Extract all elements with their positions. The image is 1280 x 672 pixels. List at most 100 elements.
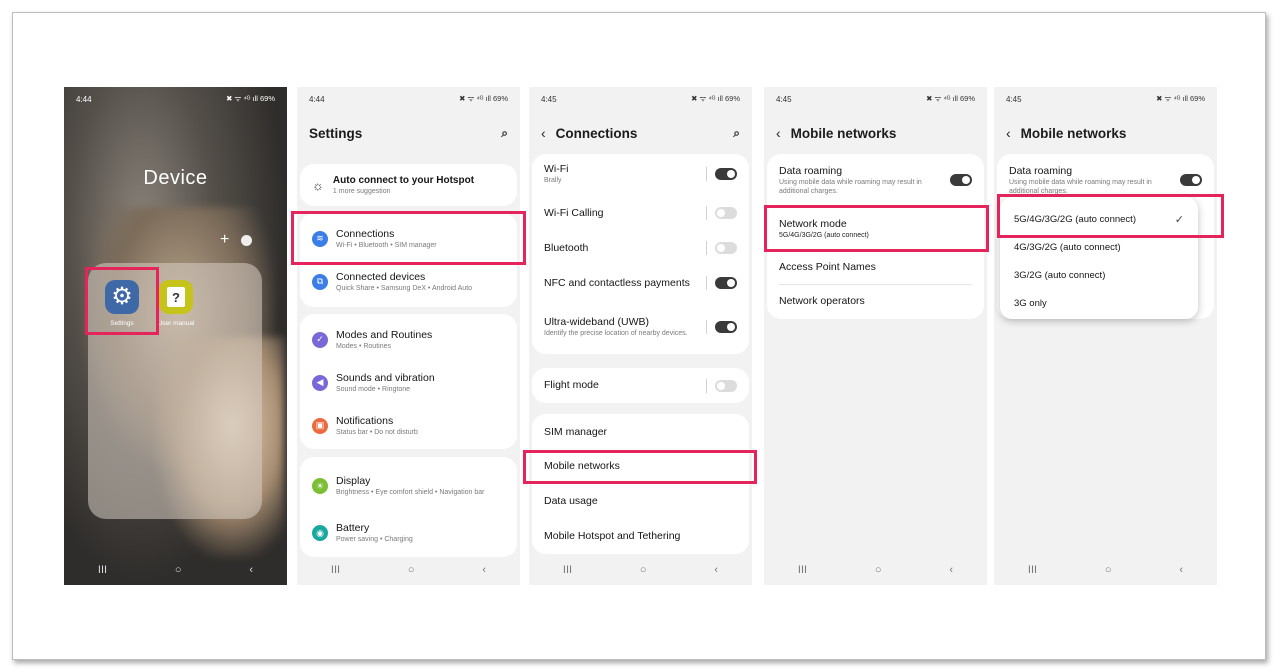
recents-button[interactable]: III: [563, 564, 572, 576]
network-mode-option[interactable]: 3G only: [1000, 289, 1198, 317]
back-button[interactable]: ‹: [714, 564, 718, 576]
back-button[interactable]: ‹: [482, 564, 486, 576]
status-bar: 4:45 ✖ ᯤ ⁴ᴳ ıll 69%: [1006, 93, 1205, 105]
navigation-bar: III ○ ‹: [529, 563, 752, 577]
item-title: Battery: [336, 522, 370, 534]
status-bar: 4:45 ✖ ᯤ ⁴ᴳ ıll 69%: [541, 93, 740, 105]
back-button[interactable]: ‹: [249, 564, 253, 576]
bluetooth-toggle[interactable]: [715, 242, 737, 254]
settings-item-notifications[interactable]: ▣ Notifications Status bar • Do not distu…: [300, 404, 517, 447]
phone-connections: 4:45 ✖ ᯤ ⁴ᴳ ıll 69% ‹ Connections ⌕ Wi-F…: [529, 87, 752, 585]
nfc-toggle[interactable]: [715, 277, 737, 289]
back-arrow-icon[interactable]: ‹: [776, 125, 781, 141]
item-title: Connected devices: [336, 270, 426, 283]
flight-mode-card: Flight mode: [532, 368, 749, 403]
suggestion-card[interactable]: ☼ Auto connect to your Hotspot 1 more su…: [300, 164, 517, 206]
add-app-icon[interactable]: +: [220, 231, 229, 249]
item-subtitle: Power saving • Charging: [336, 536, 413, 543]
network-operators-row[interactable]: Network operators: [767, 286, 984, 316]
item-subtitle: Sound mode • Ringtone: [336, 385, 411, 393]
search-icon[interactable]: ⌕: [501, 126, 508, 141]
status-time: 4:44: [76, 94, 92, 104]
item-title: Notifications: [336, 414, 394, 427]
navigation-bar: III ○ ‹: [64, 563, 287, 577]
page-title: Mobile networks: [1020, 125, 1127, 141]
home-button[interactable]: ○: [640, 564, 647, 576]
wifi-calling-toggle[interactable]: [715, 207, 737, 219]
highlight-5g-option: [997, 194, 1224, 238]
highlight-connections: [291, 211, 526, 265]
wifi-toggle[interactable]: [715, 168, 737, 180]
option-label: 4G/3G/2G (auto connect): [1014, 241, 1121, 253]
item-subtitle: Quick Share • Samsung DeX • Android Auto: [336, 284, 473, 292]
item-title: Bluetooth: [544, 241, 589, 254]
item-subtitle: Using mobile data while roaming may resu…: [1009, 178, 1152, 195]
status-time: 4:45: [541, 94, 557, 104]
settings-item-display[interactable]: ☀ Display Brightness • Eye comfort shield…: [300, 462, 517, 510]
search-icon[interactable]: ⌕: [733, 126, 740, 141]
navigation-bar: III ○ ‹: [994, 563, 1217, 577]
item-title: Sounds and vibration: [336, 371, 435, 384]
hotspot-row[interactable]: Mobile Hotspot and Tethering: [532, 518, 749, 554]
wifi-calling-row[interactable]: Wi-Fi Calling: [532, 194, 749, 232]
item-title: Wi-Fi: [544, 163, 569, 175]
connections-group-1: Wi-Fi Brally Wi-Fi Calling Bluetooth NFC …: [532, 154, 749, 354]
back-button[interactable]: ‹: [949, 564, 953, 576]
item-subtitle: Brally: [544, 177, 562, 184]
navigation-bar: III ○ ‹: [297, 563, 520, 577]
recents-button[interactable]: III: [798, 564, 807, 576]
recents-button[interactable]: III: [98, 564, 107, 576]
back-arrow-icon[interactable]: ‹: [1006, 125, 1011, 141]
recents-button[interactable]: III: [331, 564, 340, 576]
data-roaming-toggle[interactable]: [950, 174, 972, 186]
data-usage-row[interactable]: Data usage: [532, 483, 749, 519]
item-title: Data usage: [544, 494, 598, 507]
item-title: Network operators: [779, 294, 865, 307]
uwb-toggle[interactable]: [715, 321, 737, 333]
apn-row[interactable]: Access Point Names: [767, 252, 984, 282]
item-title: NFC and contactless payments: [544, 276, 690, 289]
item-title: Wi-Fi Calling: [544, 206, 604, 219]
item-title: SIM manager: [544, 425, 608, 438]
flight-mode-row[interactable]: Flight mode: [532, 368, 749, 403]
user-manual-app-label: User manual: [157, 320, 195, 327]
sun-icon: ☀: [312, 478, 328, 494]
page-title: Mobile networks: [790, 125, 897, 141]
item-title: Modes and Routines: [336, 328, 433, 341]
item-subtitle: Using mobile data while roaming may resu…: [779, 178, 922, 195]
item-subtitle: Brightness • Eye comfort shield • Naviga…: [336, 489, 485, 496]
bluetooth-row[interactable]: Bluetooth: [532, 230, 749, 266]
home-button[interactable]: ○: [175, 564, 182, 576]
settings-item-connected-devices[interactable]: ⧉ Connected devices Quick Share • Samsung…: [300, 260, 517, 303]
wifi-row[interactable]: Wi-Fi Brally: [532, 154, 749, 194]
home-button[interactable]: ○: [1105, 564, 1112, 576]
home-button[interactable]: ○: [408, 564, 415, 576]
suggestion-title: Auto connect to your Hotspot: [332, 175, 475, 186]
settings-item-modes[interactable]: ✓ Modes and Routines Modes • Routines: [300, 318, 517, 361]
status-time: 4:44: [309, 94, 325, 104]
item-subtitle: Identify the precise location of nearby …: [544, 330, 688, 337]
question-icon: ?: [167, 287, 185, 307]
mobile-networks-header: ‹ Mobile networks: [994, 123, 1217, 143]
status-icons: ✖ ᯤ ⁴ᴳ ıll 69%: [926, 94, 975, 103]
user-manual-app[interactable]: ?: [159, 280, 193, 314]
item-subtitle: Modes • Routines: [336, 342, 391, 350]
network-mode-option[interactable]: 3G/2G (auto connect): [1000, 261, 1198, 289]
flight-mode-toggle[interactable]: [715, 379, 737, 392]
nfc-row[interactable]: NFC and contactless payments: [532, 265, 749, 301]
data-roaming-row[interactable]: Data roaming Using mobile data while roam…: [767, 160, 984, 200]
uwb-row[interactable]: Ultra-wideband (UWB) Identify the precise…: [532, 302, 749, 352]
folder-title[interactable]: Device: [64, 167, 287, 190]
back-arrow-icon[interactable]: ‹: [541, 125, 546, 141]
item-title: Mobile Hotspot and Tethering: [544, 529, 681, 542]
folder-color-icon[interactable]: [241, 235, 252, 246]
devices-icon: ⧉: [312, 273, 328, 290]
data-roaming-toggle[interactable]: [1180, 174, 1202, 186]
home-button[interactable]: ○: [875, 564, 882, 576]
item-title: Data roaming: [1009, 164, 1073, 177]
sim-manager-row[interactable]: SIM manager: [532, 414, 749, 450]
recents-button[interactable]: III: [1028, 564, 1037, 576]
settings-item-sounds[interactable]: ◀ Sounds and vibration Sound mode • Ringt…: [300, 361, 517, 404]
back-button[interactable]: ‹: [1179, 564, 1183, 576]
settings-item-battery[interactable]: ◉ Battery Power saving • Charging: [300, 513, 517, 553]
